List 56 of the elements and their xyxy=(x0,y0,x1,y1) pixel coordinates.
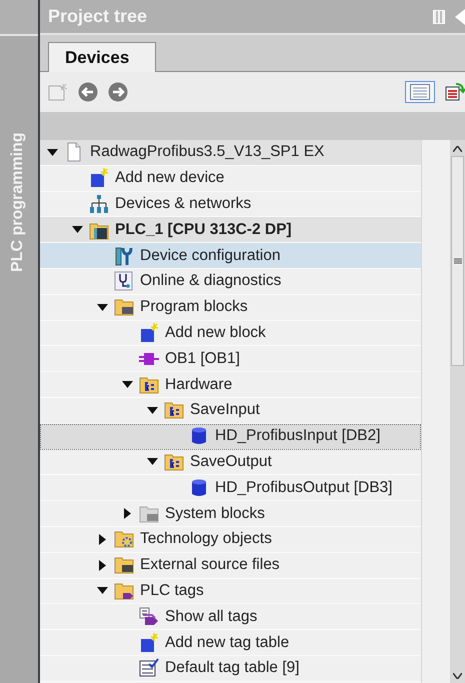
expanded-triangle-icon[interactable] xyxy=(122,381,132,388)
tags-icon xyxy=(139,606,159,627)
database-icon xyxy=(189,478,209,498)
table-export-icon[interactable] xyxy=(445,82,465,102)
expanded-triangle-icon[interactable] xyxy=(72,226,82,234)
tree-item[interactable]: System blocks xyxy=(40,501,422,527)
collapsed-triangle-icon[interactable] xyxy=(98,534,106,545)
stethoscope-icon xyxy=(114,271,134,292)
tree-item[interactable]: Hardware xyxy=(40,372,422,398)
database-icon xyxy=(189,426,209,446)
collapsed-triangle-icon[interactable] xyxy=(98,560,106,571)
tree-item[interactable]: Add new block xyxy=(40,320,422,346)
folder-icon xyxy=(139,504,159,524)
tree-item[interactable]: PLC_1 [CPU 313C-2 DP] xyxy=(40,217,422,244)
tree-item[interactable]: Technology objects xyxy=(40,526,422,553)
scroll-up-icon[interactable] xyxy=(453,146,462,152)
tree-item[interactable]: RadwagProfibus3.5_V13_SP1 EX xyxy=(40,140,422,166)
expanded-triangle-icon[interactable] xyxy=(46,148,58,156)
folder-icon xyxy=(114,297,134,318)
expanded-triangle-icon[interactable] xyxy=(96,304,108,311)
tab[interactable]: Devices xyxy=(48,42,156,72)
table-icon xyxy=(139,658,159,678)
tree-item[interactable]: SaveOutput xyxy=(40,450,422,476)
wrench-icon xyxy=(114,246,134,266)
scrollbar-thumb[interactable] xyxy=(451,156,464,366)
tree-item[interactable]: OB1 [OB1] xyxy=(40,346,422,372)
tree-item[interactable]: External source files xyxy=(40,552,422,579)
tree-item[interactable]: Online & diagnostics xyxy=(40,268,422,295)
add-star-icon xyxy=(139,322,159,343)
folder-icon xyxy=(114,580,134,601)
details-view-button[interactable] xyxy=(405,81,435,103)
tree-item[interactable]: PLC tags xyxy=(40,578,422,604)
folder-icon xyxy=(114,529,134,550)
tree-item[interactable]: Add new device xyxy=(40,166,422,192)
folder-icon xyxy=(114,555,134,576)
folder-icon xyxy=(164,400,184,420)
tree-item[interactable]: Show all tags xyxy=(40,604,422,630)
expanded-triangle-icon[interactable] xyxy=(146,458,158,466)
panel-title: Project tree xyxy=(48,6,148,27)
folder-icon xyxy=(139,374,159,395)
vertical-scrollbar[interactable] xyxy=(450,140,465,683)
add-star-icon xyxy=(89,168,109,188)
split-pane-icon[interactable] xyxy=(433,10,445,24)
tree-item[interactable]: HD_ProfibusOutput [DB3] xyxy=(40,475,422,502)
tree-item[interactable]: Add new tag table xyxy=(40,630,422,656)
tree-item[interactable]: HD_ProfibusInput [DB2] xyxy=(40,424,422,450)
expanded-triangle-icon[interactable] xyxy=(96,587,108,594)
tree-item[interactable]: Device configuration xyxy=(40,243,422,269)
collapsed-triangle-icon[interactable] xyxy=(124,508,130,520)
add-star-icon xyxy=(139,632,159,653)
expanded-triangle-icon[interactable] xyxy=(146,406,158,414)
network-icon xyxy=(89,194,109,214)
tree-item[interactable]: Program blocks xyxy=(40,294,422,321)
scroll-down-icon[interactable] xyxy=(453,673,462,679)
tree-item[interactable]: Default tag table [9] xyxy=(40,656,422,682)
folder-icon xyxy=(164,452,184,472)
